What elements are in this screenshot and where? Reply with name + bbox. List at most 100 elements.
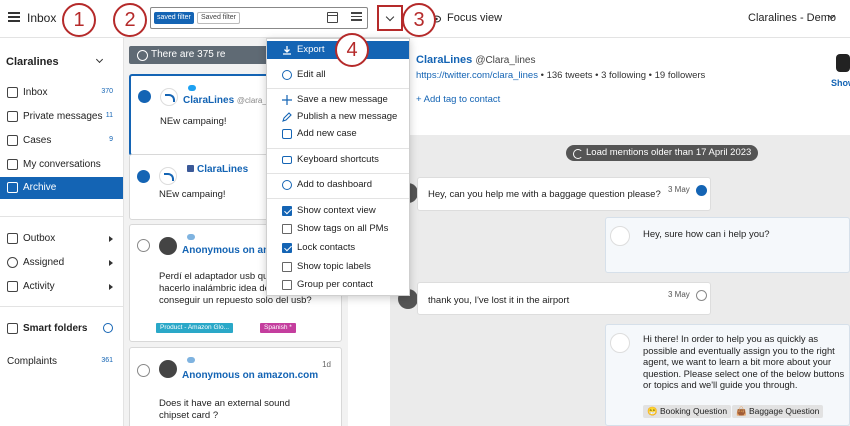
folder-icon	[7, 323, 18, 334]
unread-check-icon	[696, 290, 707, 301]
menu-item-save-message[interactable]: Save a new message	[267, 91, 409, 109]
chevron-down-icon[interactable]	[95, 55, 104, 64]
sidebar-item-label: Outbox	[23, 233, 56, 244]
menu-checkbox-topic-labels[interactable]: Show topic labels	[267, 258, 409, 276]
menu-divider	[267, 88, 409, 89]
selected-check-icon[interactable]	[138, 90, 151, 103]
check-circle-icon	[7, 257, 18, 268]
sidebar-title[interactable]: Claralines	[6, 56, 59, 68]
filter-input[interactable]: saved filter Saved filter	[150, 7, 368, 29]
message-bubble: Hey, can you help me with a baggage ques…	[417, 177, 711, 211]
contact-url-link[interactable]: https://twitter.com/clara_lines	[416, 70, 538, 81]
show-button[interactable]: Show	[831, 78, 850, 88]
sidebar-item-cases[interactable]: Cases 9	[0, 130, 123, 152]
selected-check-icon[interactable]	[137, 170, 150, 183]
saved-filter-chip[interactable]: Saved filter	[197, 12, 241, 24]
plus-icon	[282, 95, 292, 105]
list-item[interactable]: Anonymous on amazon.com 1d Does it have …	[129, 347, 342, 426]
avatar	[159, 360, 177, 378]
menu-item-add-case[interactable]: Add new case	[267, 125, 409, 143]
sidebar-item-complaints[interactable]: Complaints 361	[0, 351, 123, 373]
caret-right-icon[interactable]	[109, 236, 113, 242]
quick-reply-booking[interactable]: 😁 Booking Question	[643, 405, 732, 418]
menu-item-publish-message[interactable]: Publish a new message	[267, 108, 409, 126]
account-switcher[interactable]: Claralines - Demo	[748, 12, 836, 24]
menu-item-add-dashboard[interactable]: Add to dashboard	[267, 176, 409, 194]
options-menu: Export Edit all Save a new message Publi…	[266, 38, 410, 296]
sidebar-item-label: Archive	[23, 182, 57, 193]
inbox-icon	[7, 87, 18, 98]
author-name[interactable]: ClaraLines @clara_lin	[183, 95, 275, 106]
gear-icon[interactable]	[103, 323, 113, 333]
avatar	[159, 167, 177, 185]
chat-icon	[7, 159, 18, 170]
sidebar-item-archive[interactable]: Archive	[0, 177, 123, 199]
conversation-body: Load mentions older than 17 April 2023 H…	[390, 135, 850, 426]
keyboard-icon	[282, 156, 292, 164]
add-tag-button[interactable]: + Add tag to contact	[416, 94, 500, 105]
sidebar-item-activity[interactable]: Activity	[0, 276, 123, 298]
menu-checkbox-tags-pms[interactable]: Show tags on all PMs	[267, 220, 409, 238]
checkbox-unchecked[interactable]	[282, 224, 292, 234]
read-check-icon	[696, 185, 707, 196]
sidebar-divider	[0, 306, 123, 307]
avatar	[160, 88, 178, 106]
filter-list-icon[interactable]	[351, 12, 362, 23]
plus-circle-icon	[282, 180, 292, 190]
menu-checkbox-context-view[interactable]: Show context view	[267, 202, 409, 220]
unchecked-circle-icon[interactable]	[137, 364, 150, 377]
sidebar-item-label: Private messages	[23, 111, 103, 122]
message-bubble: thank you, I've lost it in the airport 3…	[417, 282, 711, 315]
sidebar-item-my-conversations[interactable]: My conversations	[0, 154, 123, 176]
menu-checkbox-group-contact[interactable]: Group per contact	[267, 276, 409, 294]
sidebar-item-assigned[interactable]: Assigned	[0, 252, 123, 274]
menu-item-keyboard-shortcuts[interactable]: Keyboard shortcuts	[267, 151, 409, 169]
sidebar-item-inbox[interactable]: Inbox 370	[0, 82, 123, 104]
archive-icon	[7, 182, 18, 193]
callout-2: 2	[113, 3, 147, 37]
caret-right-icon[interactable]	[109, 284, 113, 290]
menu-item-edit-all[interactable]: Edit all	[267, 66, 409, 84]
device-icon	[836, 54, 850, 72]
sidebar-item-count: 370	[101, 88, 113, 95]
checkbox-unchecked[interactable]	[282, 280, 292, 290]
sidebar-item-private-messages[interactable]: Private messages 11	[0, 106, 123, 128]
author-name[interactable]: ClaraLines	[197, 164, 248, 175]
sidebar-item-smart-folders[interactable]: Smart folders	[0, 318, 123, 340]
calendar-icon[interactable]	[327, 12, 338, 23]
sidebar-item-label: Activity	[23, 281, 55, 292]
callout-4: 4	[335, 33, 369, 67]
message-text: Does it have an external sound chipset c…	[159, 398, 290, 421]
hamburger-menu-icon[interactable]	[8, 12, 20, 22]
menu-divider	[267, 173, 409, 174]
sidebar-item-count: 9	[109, 136, 113, 143]
unchecked-circle-icon[interactable]	[137, 239, 150, 252]
author-name[interactable]: Anonymous on ama	[182, 245, 278, 256]
checkbox-unchecked[interactable]	[282, 262, 292, 272]
web-chat-icon	[187, 234, 195, 240]
conversation-pane: ClaraLines @Clara_lines https://twitter.…	[390, 38, 850, 426]
tag-product[interactable]: Product - Amazon Glo...	[156, 323, 234, 333]
load-older-button[interactable]: Load mentions older than 17 April 2023	[566, 145, 759, 161]
menu-checkbox-lock-contacts[interactable]: Lock contacts	[267, 239, 409, 257]
menu-divider	[267, 148, 409, 149]
caret-right-icon[interactable]	[109, 260, 113, 266]
sidebar-item-count: 361	[101, 357, 113, 364]
options-dropdown-button[interactable]	[377, 5, 403, 31]
facebook-icon	[187, 165, 194, 172]
contact-name[interactable]: ClaraLines @Clara_lines	[416, 54, 536, 66]
checkbox-checked[interactable]	[282, 243, 292, 253]
callout-1: 1	[62, 3, 96, 37]
menu-divider	[267, 198, 409, 199]
sidebar-item-outbox[interactable]: Outbox	[0, 228, 123, 250]
twitter-icon	[188, 85, 196, 91]
checkbox-checked[interactable]	[282, 206, 292, 216]
focus-view-button[interactable]: Focus view	[447, 12, 502, 24]
sidebar-item-count: 11	[105, 112, 113, 119]
pencil-icon	[282, 112, 292, 122]
tag-language[interactable]: Spanish *	[260, 323, 296, 333]
author-name[interactable]: Anonymous on amazon.com	[182, 370, 318, 381]
saved-filter-chip-selected[interactable]: saved filter	[154, 12, 194, 24]
brand-avatar	[610, 333, 630, 353]
quick-reply-baggage[interactable]: 👜 Baggage Question	[732, 405, 824, 418]
